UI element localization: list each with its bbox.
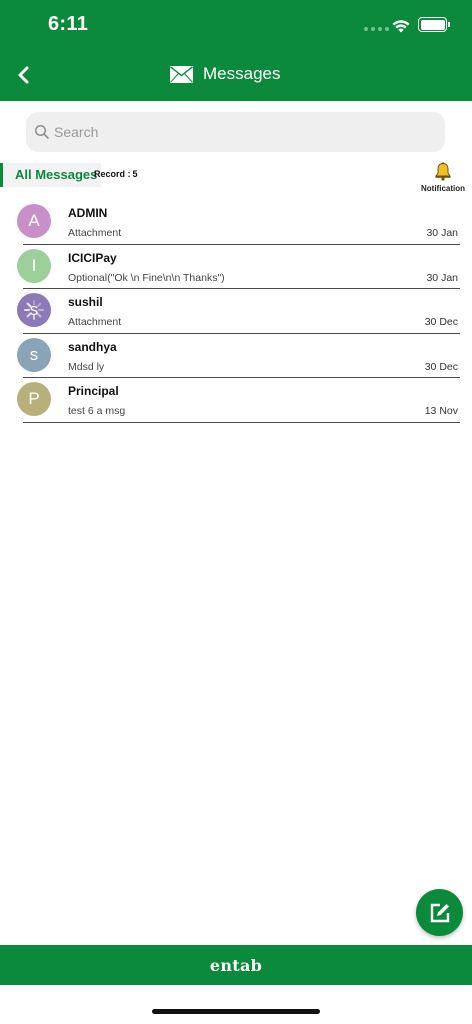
avatar-initial: P bbox=[28, 389, 40, 409]
status-bar: 6:11 bbox=[0, 0, 472, 50]
app-header: 6:11 Messages bbox=[0, 0, 472, 101]
message-date: 30 Jan bbox=[426, 227, 458, 239]
avatar: s bbox=[17, 337, 51, 372]
message-sender: ADMIN bbox=[68, 206, 108, 220]
filter-row: All Messages Record :5 Notification bbox=[0, 162, 472, 202]
message-sender: ICICIPay bbox=[68, 250, 117, 265]
loading-spinner-icon bbox=[24, 300, 44, 321]
envelope-icon bbox=[170, 65, 193, 83]
message-preview: test 6 a msg bbox=[68, 405, 126, 418]
status-time: 6:11 bbox=[48, 13, 89, 35]
row-divider bbox=[23, 421, 460, 423]
message-sender: sushil bbox=[68, 295, 103, 310]
message-preview: Attachment bbox=[68, 316, 122, 329]
avatar: A bbox=[17, 204, 51, 238]
avatar-initial: s bbox=[29, 344, 39, 364]
battery-icon bbox=[418, 17, 450, 32]
page-title: Messages bbox=[203, 64, 281, 83]
record-counter: Record :5 bbox=[94, 169, 138, 179]
avatar: I bbox=[17, 248, 51, 283]
message-preview: Mdsd ly bbox=[68, 360, 105, 373]
compose-button[interactable] bbox=[416, 889, 463, 936]
cellular-signal-icon bbox=[364, 27, 389, 31]
compose-icon bbox=[430, 903, 449, 922]
message-sender: Principal bbox=[68, 384, 119, 399]
home-indicator[interactable] bbox=[152, 1009, 320, 1014]
search-bar[interactable] bbox=[26, 112, 445, 152]
message-date: 13 Nov bbox=[424, 405, 458, 418]
footer-bar: entab bbox=[0, 945, 472, 985]
message-preview: Optional("Ok \n Fine\n\n Thanks") bbox=[68, 271, 225, 284]
nav-title-group: Messages bbox=[170, 64, 280, 84]
message-preview: Attachment bbox=[68, 227, 122, 239]
message-date: 30 Jan bbox=[426, 271, 458, 284]
message-row[interactable]: A ADMIN Attachment 30 Jan bbox=[0, 200, 472, 245]
message-list: A ADMIN Attachment 30 Jan I ICICIPay Optional(… bbox=[0, 200, 472, 423]
message-row[interactable]: I ICICIPay Optional("Ok \n Fine\n\n Thanks… bbox=[0, 245, 472, 290]
search-input[interactable] bbox=[54, 124, 414, 140]
notification-button[interactable]: Notification bbox=[418, 162, 468, 198]
entab-logo: entab bbox=[209, 955, 263, 975]
message-sender: sandhya bbox=[68, 339, 117, 354]
search-icon bbox=[34, 124, 49, 139]
notification-label: Notification bbox=[421, 184, 465, 193]
avatar-initial: I bbox=[31, 255, 37, 275]
message-row[interactable]: P Principal test 6 a msg 13 Nov bbox=[0, 378, 472, 423]
avatar: s bbox=[17, 293, 51, 328]
message-row[interactable]: s sandhya Mdsd ly 30 Dec bbox=[0, 334, 472, 379]
wifi-icon bbox=[392, 20, 410, 33]
message-row[interactable]: s sushil Attachment 30 Dec bbox=[0, 289, 472, 334]
avatar: P bbox=[17, 382, 51, 417]
avatar-initial: A bbox=[28, 211, 40, 230]
record-label: Record : bbox=[94, 169, 131, 179]
record-count: 5 bbox=[132, 169, 138, 179]
message-date: 30 Dec bbox=[424, 360, 458, 373]
message-date: 30 Dec bbox=[424, 316, 458, 329]
bell-icon bbox=[435, 162, 451, 181]
nav-bar: Messages bbox=[0, 50, 472, 101]
chevron-left-icon[interactable] bbox=[14, 62, 34, 88]
tab-all-messages[interactable]: All Messages bbox=[0, 163, 102, 187]
